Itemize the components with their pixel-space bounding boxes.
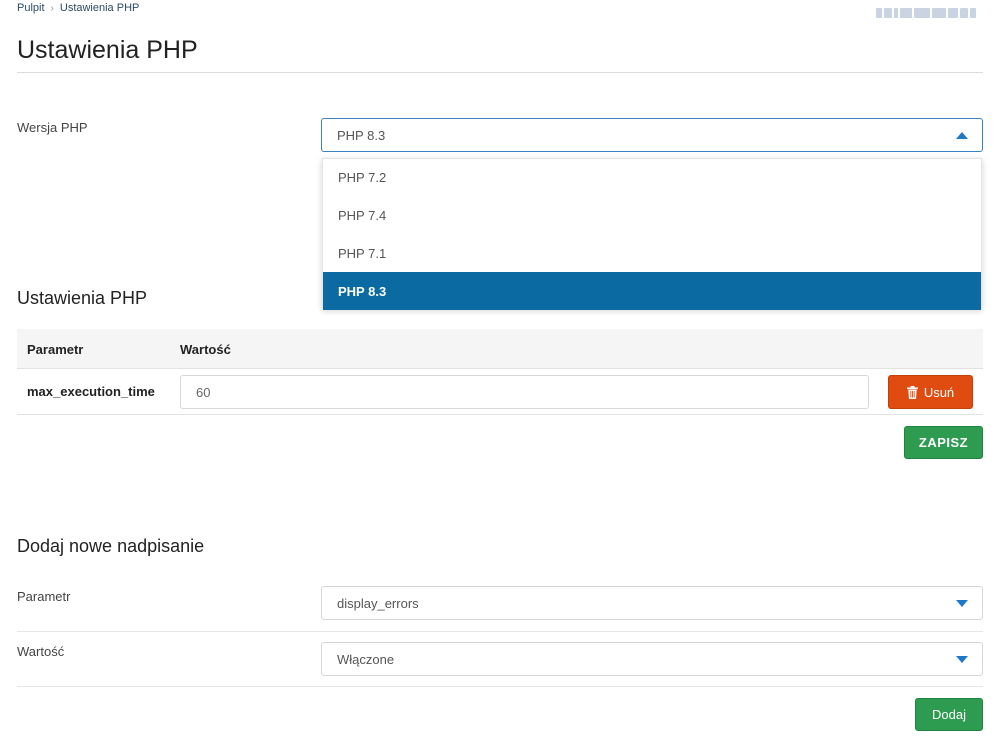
- user-menu[interactable]: [876, 6, 980, 20]
- title-divider: [17, 72, 983, 73]
- override-param-label: Parametr: [17, 589, 71, 604]
- column-header-param: Parametr: [27, 342, 84, 357]
- php-version-option-7-2[interactable]: PHP 7.2: [323, 159, 981, 197]
- caret-down-icon: [956, 656, 968, 663]
- caret-down-icon: [956, 600, 968, 607]
- save-button[interactable]: ZAPISZ: [904, 426, 983, 459]
- row-divider: [17, 686, 983, 687]
- table-row: max_execution_time: [17, 369, 983, 415]
- delete-button[interactable]: Usuń: [888, 375, 973, 409]
- override-value-label: Wartość: [17, 644, 65, 659]
- breadcrumb: Pulpit › Ustawienia PHP: [17, 2, 139, 14]
- breadcrumb-separator: ›: [50, 2, 54, 14]
- php-version-selected-value: PHP 8.3: [337, 127, 386, 143]
- override-value-selected-value: Włączone: [337, 651, 395, 667]
- php-version-label: Wersja PHP: [17, 120, 88, 135]
- trash-icon: [906, 385, 918, 399]
- column-header-value: Wartość: [180, 342, 231, 357]
- override-value-select[interactable]: Włączone: [321, 642, 983, 676]
- php-version-option-7-1[interactable]: PHP 7.1: [323, 235, 981, 273]
- page-title: Ustawienia PHP: [17, 36, 198, 64]
- row-divider: [17, 631, 983, 632]
- add-button[interactable]: Dodaj: [915, 698, 983, 731]
- php-version-select[interactable]: PHP 8.3: [321, 118, 983, 152]
- param-value-input[interactable]: [180, 375, 869, 409]
- settings-section-title: Ustawienia PHP: [17, 288, 148, 308]
- caret-up-icon: [956, 132, 968, 139]
- delete-button-label: Usuń: [923, 384, 955, 400]
- php-version-option-8-3[interactable]: PHP 8.3: [323, 272, 981, 310]
- php-version-option-7-4[interactable]: PHP 7.4: [323, 197, 981, 235]
- settings-table-header: Parametr Wartość: [17, 329, 983, 369]
- override-param-select[interactable]: display_errors: [321, 586, 983, 620]
- override-param-selected-value: display_errors: [337, 595, 419, 611]
- php-version-dropdown: PHP 7.2 PHP 7.4 PHP 7.1 PHP 8.3: [322, 158, 982, 310]
- new-override-section-title: Dodaj nowe nadpisanie: [17, 536, 205, 556]
- param-name: max_execution_time: [27, 384, 155, 399]
- breadcrumb-home-link[interactable]: Pulpit: [17, 2, 45, 14]
- breadcrumb-current: Ustawienia PHP: [59, 2, 140, 14]
